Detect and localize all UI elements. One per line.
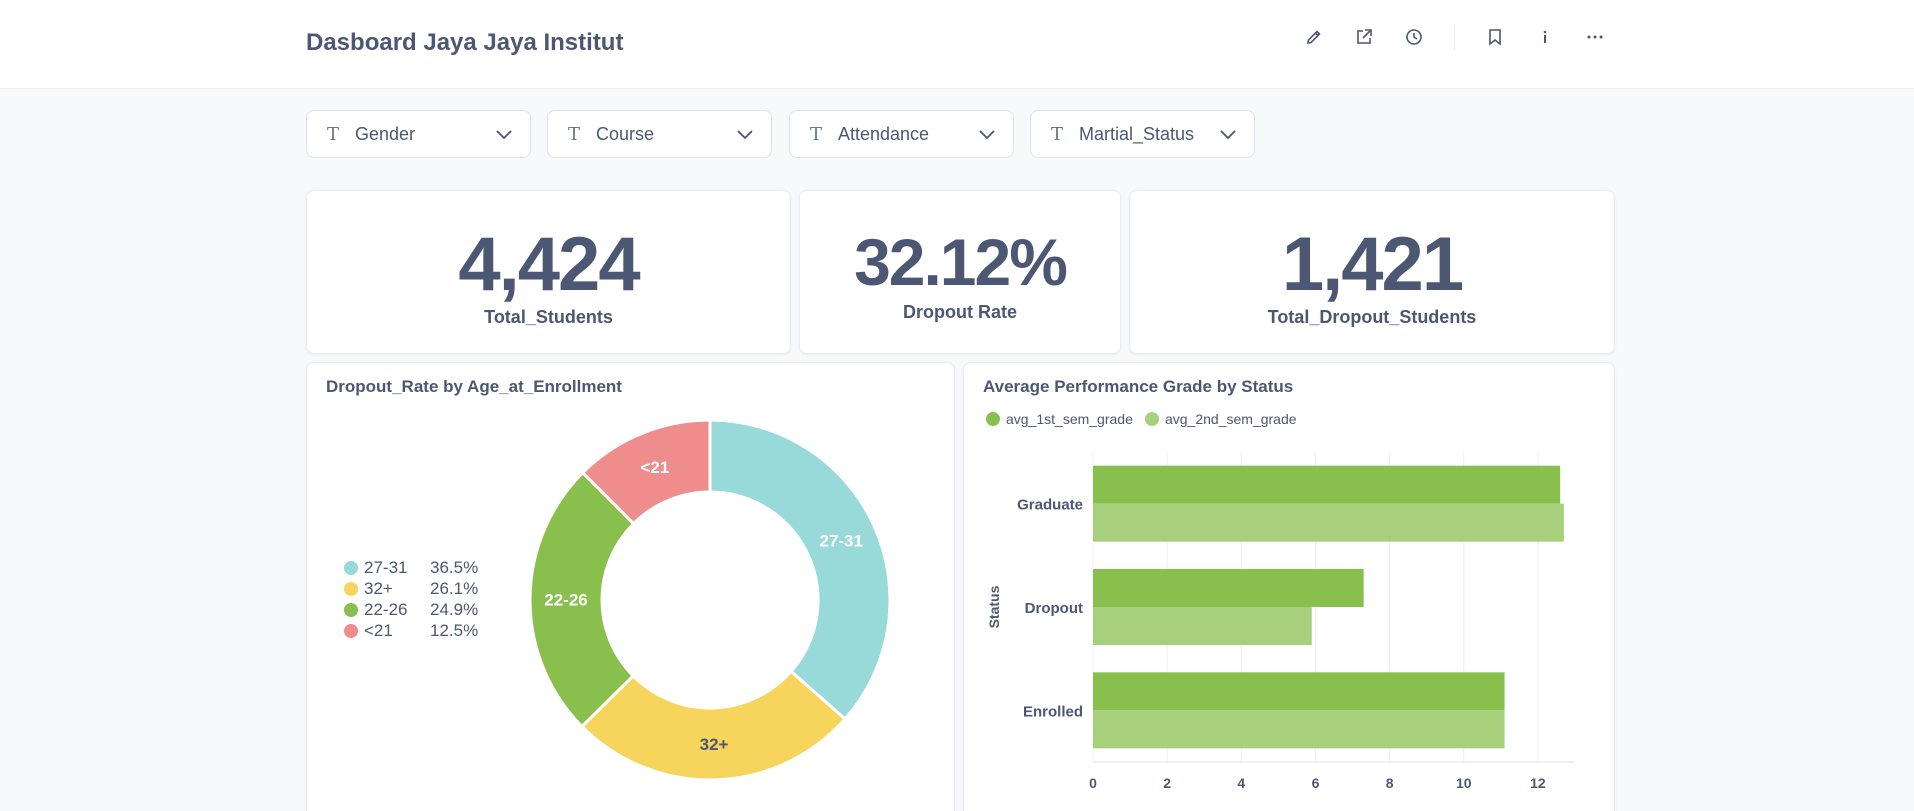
kpi-dropout-rate-card: 32.12% Dropout Rate bbox=[799, 190, 1121, 354]
pie-legend-item[interactable]: 27-31 36.5% bbox=[344, 558, 478, 578]
x-tick-label: 2 bbox=[1163, 775, 1171, 791]
donut-chart: 27-31 32+ 22-26 <21 bbox=[528, 418, 892, 782]
legend-label: 32+ bbox=[364, 579, 393, 598]
text-type-icon: T bbox=[568, 123, 581, 145]
filter-course[interactable]: T Course bbox=[547, 110, 772, 158]
legend-dot bbox=[344, 561, 358, 575]
legend-dot bbox=[344, 582, 358, 596]
bar-chart: 0 2 4 6 8 10 12 Graduate Dropout Enrolled Status bbox=[986, 452, 1575, 791]
chevron-down-icon bbox=[496, 130, 512, 140]
x-tick-label: 12 bbox=[1530, 775, 1546, 791]
history-icon[interactable] bbox=[1399, 22, 1429, 52]
bar[interactable] bbox=[1093, 503, 1564, 542]
legend-label: avg_1st_sem_grade bbox=[1006, 411, 1133, 427]
filter-label: Martial_Status bbox=[1079, 123, 1195, 144]
filter-label: Course bbox=[596, 123, 655, 144]
bar[interactable] bbox=[1093, 569, 1364, 607]
filter-attendance[interactable]: T Attendance bbox=[789, 110, 1014, 158]
chart-title: Average Performance Grade by Status bbox=[983, 377, 1294, 396]
kpi-value: 32.12% bbox=[854, 225, 1068, 299]
x-tick-label: 10 bbox=[1456, 775, 1472, 791]
edit-icon[interactable] bbox=[1299, 22, 1329, 52]
category-label: Dropout bbox=[1025, 600, 1083, 617]
legend-dot bbox=[344, 624, 358, 638]
x-tick-label: 0 bbox=[1089, 775, 1097, 791]
category-label: Graduate bbox=[1017, 497, 1083, 514]
bar[interactable] bbox=[1093, 607, 1312, 645]
filter-martial-status[interactable]: T Martial_Status bbox=[1030, 110, 1255, 158]
x-tick-label: 8 bbox=[1386, 775, 1394, 791]
bar-legend-item[interactable]: avg_1st_sem_grade bbox=[986, 411, 1133, 427]
legend-value: 12.5% bbox=[430, 621, 479, 640]
pie-slice-label: <21 bbox=[640, 458, 669, 477]
legend-label: <21 bbox=[364, 621, 393, 640]
legend-label: 27-31 bbox=[364, 558, 408, 577]
pie-slice-label: 32+ bbox=[700, 735, 729, 754]
text-type-icon: T bbox=[327, 123, 340, 145]
kpi-label: Total_Students bbox=[484, 307, 613, 327]
legend-dot bbox=[1145, 412, 1159, 426]
filter-label: Gender bbox=[355, 123, 416, 144]
pie-legend-item[interactable]: 32+ 26.1% bbox=[344, 579, 478, 599]
bar-legend-item[interactable]: avg_2nd_sem_grade bbox=[1145, 411, 1297, 427]
page-title: Dasboard Jaya Jaya Institut bbox=[306, 29, 624, 56]
x-tick-label: 6 bbox=[1312, 775, 1320, 791]
filter-label: Attendance bbox=[838, 123, 930, 144]
kpi-value: 1,421 bbox=[1281, 222, 1464, 307]
legend-dot bbox=[986, 412, 1000, 426]
dashboard-header: Dasboard Jaya Jaya Institut bbox=[0, 0, 1914, 89]
x-tick-label: 4 bbox=[1237, 775, 1245, 791]
legend-value: 26.1% bbox=[430, 579, 479, 598]
pie-slice[interactable] bbox=[708, 418, 892, 722]
pie-legend-item[interactable]: <21 12.5% bbox=[344, 621, 478, 641]
filter-gender[interactable]: T Gender bbox=[306, 110, 531, 158]
legend-label: avg_2nd_sem_grade bbox=[1165, 411, 1297, 427]
chevron-down-icon bbox=[1220, 130, 1236, 140]
chart-title: Dropout_Rate by Age_at_Enrollment bbox=[326, 377, 622, 396]
pie-legend-item[interactable]: 22-26 24.9% bbox=[344, 600, 478, 620]
kpi-label: Total_Dropout_Students bbox=[1267, 307, 1477, 327]
bookmark-icon[interactable] bbox=[1480, 22, 1510, 52]
kpi-label: Dropout Rate bbox=[903, 302, 1017, 322]
text-type-icon: T bbox=[810, 123, 823, 145]
info-icon[interactable] bbox=[1530, 22, 1560, 52]
legend-value: 24.9% bbox=[430, 600, 479, 619]
legend-value: 36.5% bbox=[430, 558, 479, 577]
bar[interactable] bbox=[1093, 672, 1505, 711]
text-type-icon: T bbox=[1051, 123, 1064, 145]
bar[interactable] bbox=[1093, 465, 1561, 504]
bar[interactable] bbox=[1093, 710, 1505, 749]
kpi-total-students-card: 4,424 Total_Students bbox=[306, 190, 791, 354]
category-label: Enrolled bbox=[1023, 703, 1083, 720]
chevron-down-icon bbox=[979, 130, 995, 140]
pie-slice-label: 27-31 bbox=[819, 532, 862, 551]
kpi-value: 4,424 bbox=[458, 222, 640, 307]
kpi-total-dropout-card: 1,421 Total_Dropout_Students bbox=[1129, 190, 1615, 354]
share-icon[interactable] bbox=[1349, 22, 1379, 52]
legend-label: 22-26 bbox=[364, 600, 408, 619]
chevron-down-icon bbox=[737, 130, 753, 140]
pie-slice-label: 22-26 bbox=[544, 591, 587, 610]
y-axis-label: Status bbox=[986, 585, 1002, 628]
more-icon[interactable] bbox=[1580, 22, 1610, 52]
header-divider bbox=[1454, 24, 1455, 50]
legend-dot bbox=[344, 603, 358, 617]
